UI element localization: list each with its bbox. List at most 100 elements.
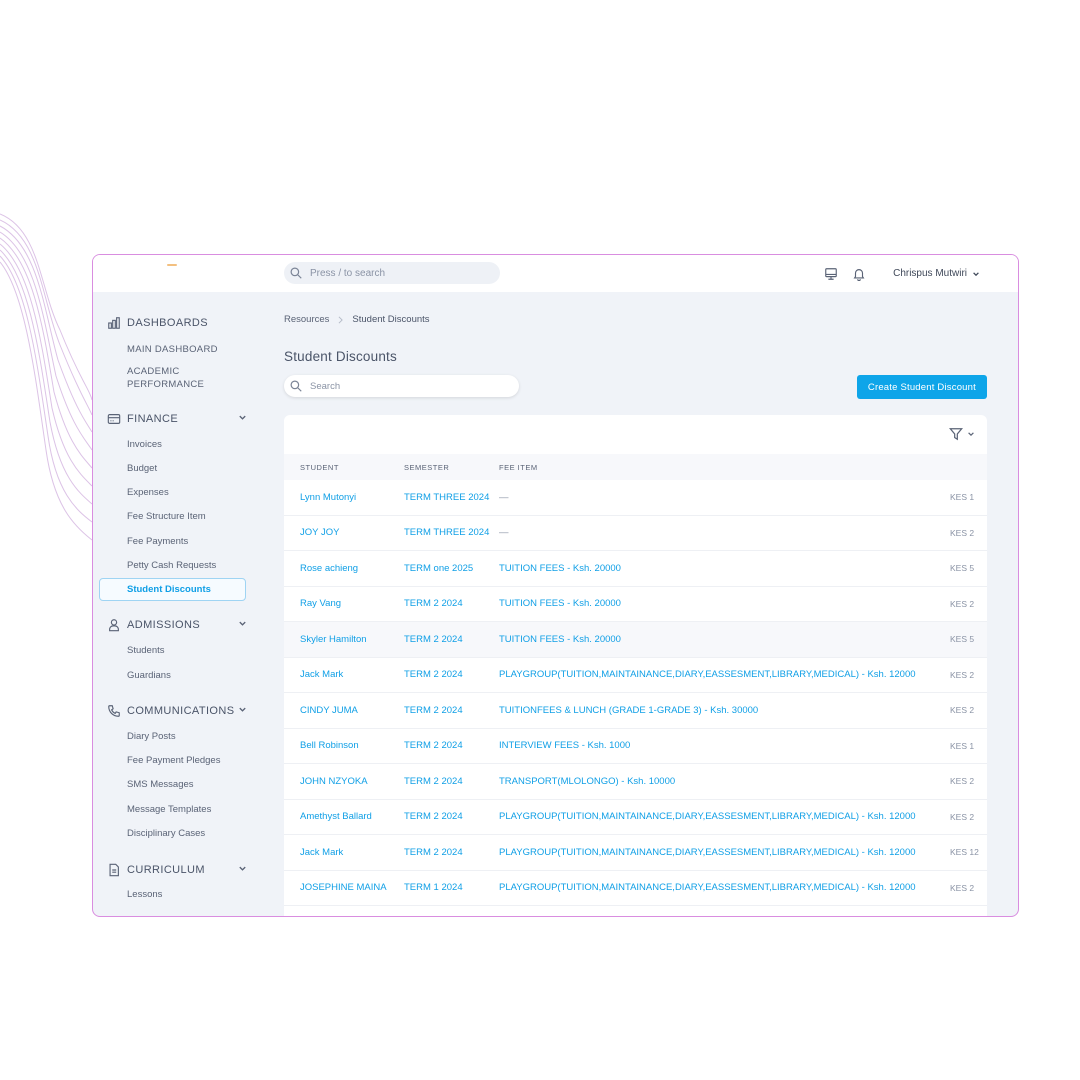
sidebar-section-communications[interactable]: COMMUNICATIONS <box>107 704 247 718</box>
sidebar-section-dashboards[interactable]: DASHBOARDS <box>107 316 247 330</box>
table-toolbar <box>284 415 987 454</box>
table-row[interactable]: Skyler Hamilton TERM 2 2024 TUITION FEES -… <box>284 622 987 658</box>
sidebar: DASHBOARDS MAIN DASHBOARD ACADEMIC PERFO… <box>93 292 263 916</box>
column-header-fee-item[interactable]: FEE ITEM <box>499 463 950 472</box>
student-link[interactable]: Bell Robinson <box>300 740 359 751</box>
table-row[interactable]: Jack Mark TERM 2 2024 PLAYGROUP(TUITION,MA… <box>284 658 987 693</box>
breadcrumb-resources[interactable]: Resources <box>284 314 329 325</box>
sidebar-item-fee-payment-pledges[interactable]: Fee Payment Pledges <box>127 754 220 767</box>
amount-cell: KES 2 <box>950 598 975 609</box>
semester-link[interactable]: TERM 2 2024 <box>404 598 463 609</box>
column-header-student[interactable]: STUDENT <box>284 463 404 472</box>
sidebar-item-message-templates[interactable]: Message Templates <box>127 803 211 816</box>
create-student-discount-button[interactable]: Create Student Discount <box>856 375 987 399</box>
table-search[interactable] <box>284 375 519 397</box>
student-link[interactable]: Skyler Hamilton <box>300 634 367 645</box>
sidebar-item-budget[interactable]: Budget <box>127 462 157 475</box>
global-search-input[interactable] <box>310 267 480 279</box>
app-window: Chrispus Mutwiri DASHBOARDS MAIN DASHBOA… <box>92 254 1019 917</box>
table-row[interactable]: Lynn Mutonyi TERM THREE 2024 — KES 1 <box>284 480 987 516</box>
table-row[interactable]: Bell Robinson TERM 2 2024 INTERVIEW FEES -… <box>284 729 987 764</box>
column-header-semester[interactable]: SEMESTER <box>404 463 499 472</box>
table-row[interactable]: CINDY JUMA TERM 2 2024 TUITIONFEES & LUNCH… <box>284 693 987 729</box>
fee-item-link[interactable]: INTERVIEW FEES - Ksh. 1000 <box>499 740 630 751</box>
student-link[interactable]: Amethyst Ballard <box>300 811 372 822</box>
table-row[interactable]: JOSEPHINE MAINA TERM 1 2024 PLAYGROUP(TUIT… <box>284 871 987 906</box>
semester-link[interactable]: TERM 2 2024 <box>404 847 463 858</box>
table-row[interactable]: JOY JOY TERM THREE 2024 — KES 2 <box>284 516 987 551</box>
sidebar-item-invoices[interactable]: Invoices <box>127 438 162 451</box>
sidebar-section-admissions[interactable]: ADMISSIONS <box>107 618 247 632</box>
table-row[interactable]: JOHN NZYOKA TERM 2 2024 TRANSPORT(MLOLONGO… <box>284 764 987 800</box>
breadcrumb: Resources Student Discounts <box>284 314 430 325</box>
semester-link[interactable]: TERM THREE 2024 <box>404 527 489 538</box>
table-row[interactable]: Amethyst Ballard TERM 2 2024 PLAYGROUP(TUI… <box>284 800 987 835</box>
bell-icon[interactable] <box>851 266 867 282</box>
table-row[interactable]: Ray Vang TERM 2 2024 TUITION FEES - Ksh. 2… <box>284 587 987 622</box>
chevron-down-icon <box>973 271 979 276</box>
sidebar-item-students[interactable]: Students <box>127 644 165 657</box>
logo[interactable] <box>167 264 177 266</box>
student-link[interactable]: Rose achieng <box>300 563 358 574</box>
semester-link[interactable]: TERM 2 2024 <box>404 705 463 716</box>
fee-item-link[interactable]: TUITION FEES - Ksh. 20000 <box>499 634 621 645</box>
sidebar-item-sms-messages[interactable]: SMS Messages <box>127 778 194 791</box>
sidebar-item-expenses[interactable]: Expenses <box>127 486 169 499</box>
student-link[interactable]: Jack Mark <box>300 847 343 858</box>
fee-item-link[interactable]: PLAYGROUP(TUITION,MAINTAINANCE,DIARY,EAS… <box>499 669 916 680</box>
sidebar-item-main-dashboard[interactable]: MAIN DASHBOARD <box>127 343 218 356</box>
fee-item-link[interactable]: TUITION FEES - Ksh. 20000 <box>499 598 621 609</box>
semester-link[interactable]: TERM one 2025 <box>404 563 473 574</box>
amount-cell: KES 2 <box>950 811 975 822</box>
student-link[interactable]: Ray Vang <box>300 598 341 609</box>
fee-item-link[interactable]: PLAYGROUP(TUITION,MAINTAINANCE,DIARY,EAS… <box>499 882 916 893</box>
student-link[interactable]: Jack Mark <box>300 669 343 680</box>
sidebar-item-fee-structure-item[interactable]: Fee Structure Item <box>127 510 206 523</box>
user-menu[interactable]: Chrispus Mutwiri <box>893 268 980 279</box>
table-search-input[interactable] <box>310 380 500 392</box>
semester-link[interactable]: TERM 1 2024 <box>404 882 463 893</box>
monitor-icon[interactable] <box>823 266 839 282</box>
sidebar-item-fee-payments[interactable]: Fee Payments <box>127 535 188 548</box>
global-search[interactable] <box>284 262 500 284</box>
chevron-down-icon <box>239 707 246 712</box>
filter-button[interactable] <box>949 427 975 441</box>
sidebar-section-curriculum[interactable]: CURRICULUM <box>107 863 247 877</box>
sidebar-item-student-discounts[interactable]: Student Discounts <box>99 578 246 601</box>
student-link[interactable]: CINDY JUMA <box>300 705 358 716</box>
fee-item-link[interactable]: PLAYGROUP(TUITION,MAINTAINANCE,DIARY,EAS… <box>499 811 916 822</box>
student-link[interactable]: JOHN NZYOKA <box>300 776 368 787</box>
main-content: Resources Student Discounts Student Disc… <box>284 292 987 916</box>
chevron-down-icon <box>968 432 974 437</box>
semester-link[interactable]: TERM 2 2024 <box>404 811 463 822</box>
fee-item-link: — <box>499 527 509 539</box>
semester-link[interactable]: TERM 2 2024 <box>404 740 463 751</box>
fee-item-link[interactable]: PLAYGROUP(TUITION,MAINTAINANCE,DIARY,EAS… <box>499 847 916 858</box>
student-link[interactable]: JOSEPHINE MAINA <box>300 882 387 893</box>
semester-link[interactable]: TERM 2 2024 <box>404 669 463 680</box>
amount-cell: KES 1 <box>950 740 975 751</box>
table-body: Lynn Mutonyi TERM THREE 2024 — KES 1 JOY JOY… <box>284 480 987 906</box>
sidebar-item-petty-cash-requests[interactable]: Petty Cash Requests <box>127 559 216 572</box>
sidebar-item-guardians[interactable]: Guardians <box>127 669 171 682</box>
chevron-down-icon <box>239 415 246 420</box>
table-row[interactable]: Rose achieng TERM one 2025 TUITION FEES - … <box>284 551 987 587</box>
fee-item-link[interactable]: TUITION FEES - Ksh. 20000 <box>499 563 621 574</box>
sidebar-section-finance[interactable]: FINANCE <box>107 412 247 426</box>
sidebar-item-academic-performance[interactable]: ACADEMIC PERFORMANCE <box>127 365 204 391</box>
document-icon <box>109 863 119 877</box>
sidebar-item-lessons[interactable]: Lessons <box>127 888 162 901</box>
fee-item-link[interactable]: TRANSPORT(MLOLONGO) - Ksh. 10000 <box>499 776 675 787</box>
semester-link[interactable]: TERM 2 2024 <box>404 634 463 645</box>
table-row[interactable]: Jack Mark TERM 2 2024 PLAYGROUP(TUITION,MA… <box>284 835 987 871</box>
sidebar-item-disciplinary-cases[interactable]: Disciplinary Cases <box>127 827 205 840</box>
bar-chart-icon <box>108 317 120 329</box>
fee-item-link[interactable]: TUITIONFEES & LUNCH (GRADE 1-GRADE 3) - … <box>499 705 758 716</box>
search-icon <box>290 380 302 392</box>
student-link[interactable]: Lynn Mutonyi <box>300 492 356 503</box>
fee-item-link: — <box>499 491 509 503</box>
semester-link[interactable]: TERM 2 2024 <box>404 776 463 787</box>
semester-link[interactable]: TERM THREE 2024 <box>404 492 489 503</box>
sidebar-item-diary-posts[interactable]: Diary Posts <box>127 730 176 743</box>
student-link[interactable]: JOY JOY <box>300 527 339 538</box>
